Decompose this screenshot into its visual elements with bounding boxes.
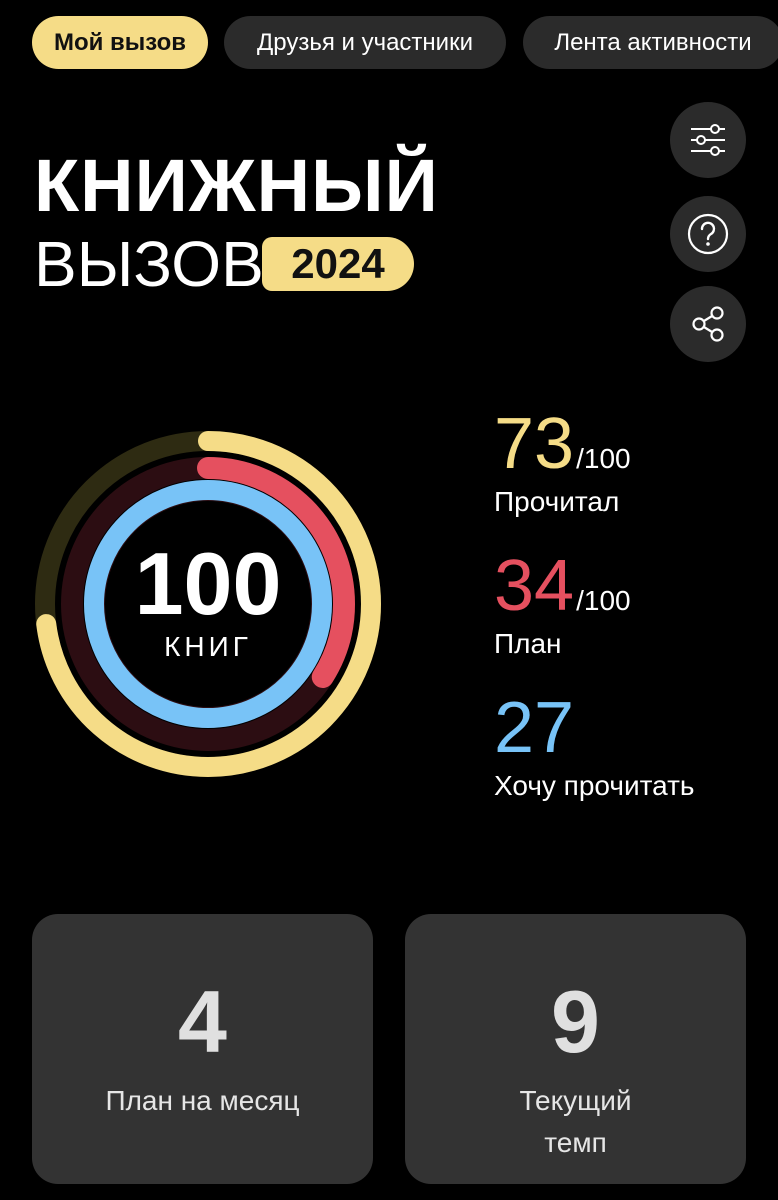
question-icon (687, 213, 729, 255)
month-plan-value: 4 (178, 972, 227, 1071)
page-title-line2: ВЫЗОВ (34, 228, 264, 300)
sliders-icon (691, 124, 725, 156)
stat-read[interactable]: 73 /100 Прочитал (494, 408, 631, 518)
stat-plan-label: План (494, 628, 562, 659)
current-pace-label: Текущий темп (520, 1080, 632, 1164)
stat-want[interactable]: 27 Хочу прочитать (494, 692, 694, 802)
stat-read-label: Прочитал (494, 486, 620, 517)
current-pace-card[interactable]: 9 Текущий темп (405, 914, 746, 1184)
current-pace-label-line1: Текущий (519, 1085, 632, 1116)
year-badge: 2024 (262, 237, 414, 291)
current-pace-value: 9 (551, 972, 600, 1071)
month-plan-card[interactable]: 4 План на месяц (32, 914, 373, 1184)
stat-read-total: /100 (576, 443, 631, 474)
stat-plan[interactable]: 34 /100 План (494, 550, 631, 660)
share-icon (692, 306, 724, 342)
tab-friends-participants[interactable]: Друзья и участники (224, 16, 506, 69)
help-button[interactable] (670, 196, 746, 272)
stat-plan-total: /100 (576, 585, 631, 616)
stat-read-value: 73 (494, 404, 575, 484)
stat-want-label: Хочу прочитать (494, 770, 695, 801)
share-button[interactable] (670, 286, 746, 362)
tab-activity-feed[interactable]: Лента активности (523, 16, 778, 69)
stat-plan-value: 34 (494, 546, 575, 626)
stat-want-value: 27 (494, 688, 575, 768)
page-title-line1: КНИЖНЫЙ (34, 144, 439, 227)
filter-settings-button[interactable] (670, 102, 746, 178)
goal-center: 100 КНИГ (32, 428, 384, 780)
tab-my-challenge[interactable]: Мой вызов (32, 16, 208, 69)
goal-unit: КНИГ (164, 631, 252, 662)
goal-number: 100 (134, 534, 282, 633)
month-plan-label: План на месяц (105, 1085, 300, 1116)
current-pace-label-line2: темп (544, 1127, 607, 1158)
